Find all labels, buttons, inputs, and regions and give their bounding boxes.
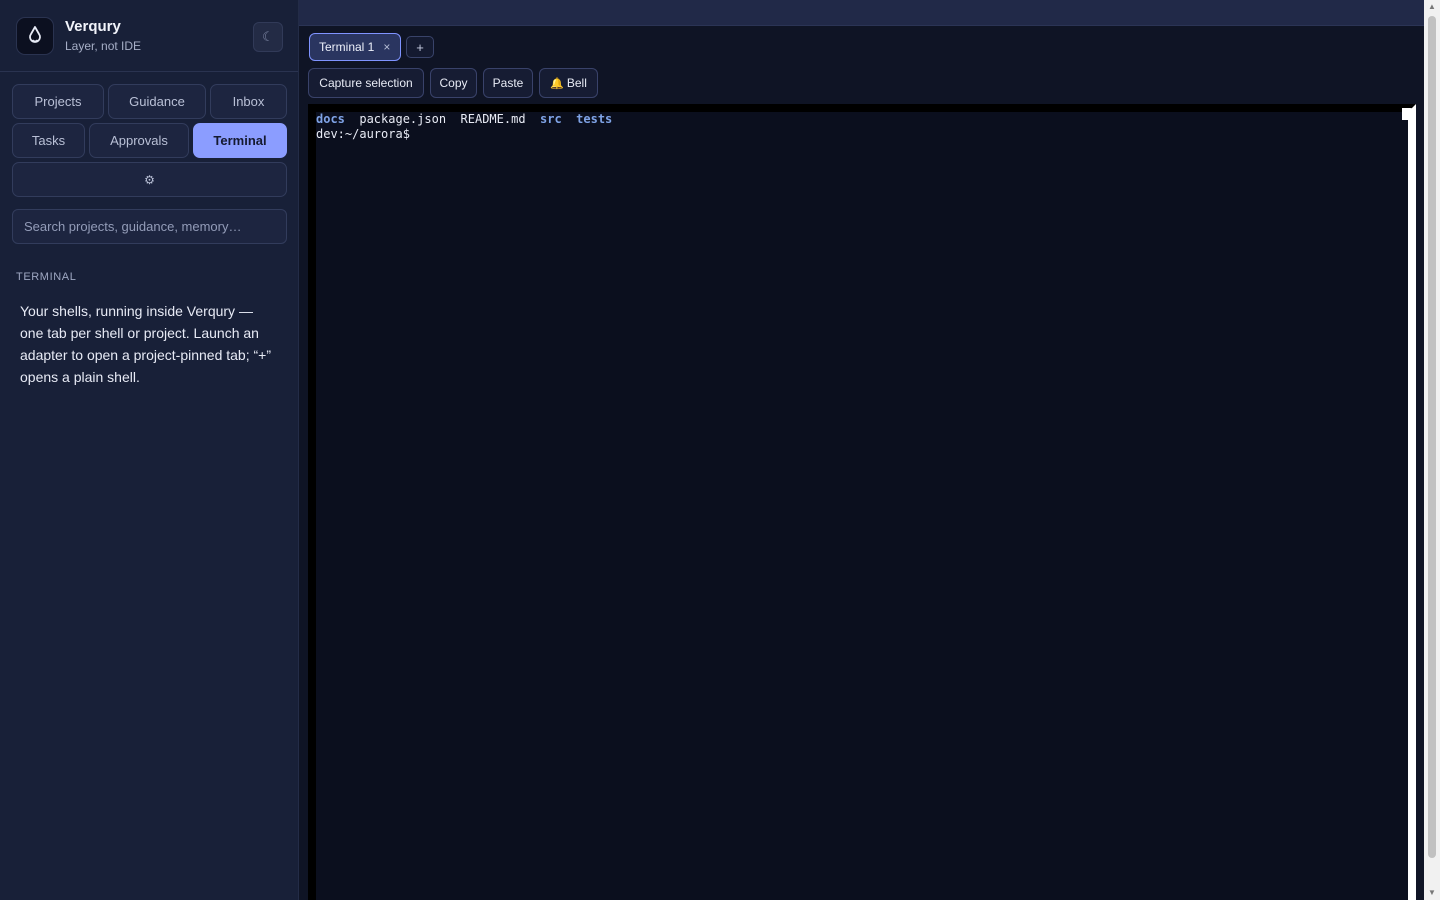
moon-icon: ☾ [262,29,274,44]
nav-guidance-button[interactable]: Guidance [108,84,206,119]
dir-docs: docs [316,112,345,126]
bell-button[interactable]: 🔔 Bell [539,68,598,98]
top-bar [299,0,1424,26]
tab-label: Terminal 1 [319,40,375,54]
scroll-thumb[interactable] [1428,16,1436,858]
capture-selection-button[interactable]: Capture selection [308,68,424,98]
copy-button[interactable]: Copy [430,68,477,98]
dir-tests: tests [576,112,613,126]
tab-terminal-1[interactable]: Terminal 1 × [309,33,401,61]
file-readme: README.md [460,112,526,126]
terminal-prompt: dev:~/aurora$ [316,127,410,141]
theme-toggle-button[interactable]: ☾ [253,22,283,52]
file-package-json: package.json [359,112,447,126]
gear-icon: ⚙ [144,172,155,187]
nav-terminal-button[interactable]: Terminal [193,123,287,158]
settings-button[interactable]: ⚙ [12,162,287,197]
section-title: TERMINAL [16,271,77,283]
paste-button[interactable]: Paste [483,68,533,98]
nav-approvals-button[interactable]: Approvals [89,123,189,158]
nav-projects-button[interactable]: Projects [12,84,104,119]
app-name: Verqury [65,18,121,35]
sidebar: Verqury Layer, not IDE ☾ Projects Guidan… [0,0,299,900]
section-description: Your shells, running inside Verqury — on… [20,303,272,385]
search-input[interactable] [12,209,287,244]
terminal-pane[interactable]: docs package.json README.md src tests de… [308,104,1416,900]
bell-label: Bell [566,76,587,90]
dir-src: src [540,112,562,126]
terminal-scrollbar-handle[interactable] [1402,108,1416,120]
plus-icon: + [416,39,424,55]
app-logo-icon [16,16,54,55]
close-icon[interactable]: × [383,40,390,54]
add-tab-button[interactable]: + [406,36,434,58]
scroll-up-arrow-icon[interactable]: ▲ [1424,0,1440,14]
terminal-output-line: docs package.json README.md src tests [316,112,612,127]
app-tagline: Layer, not IDE [65,39,142,53]
bell-icon: 🔔 [550,77,564,90]
scroll-down-arrow-icon[interactable]: ▼ [1424,886,1440,900]
page-scrollbar[interactable]: ▲ ▼ [1424,0,1440,900]
nav-tasks-button[interactable]: Tasks [12,123,85,158]
nav-inbox-button[interactable]: Inbox [210,84,287,119]
